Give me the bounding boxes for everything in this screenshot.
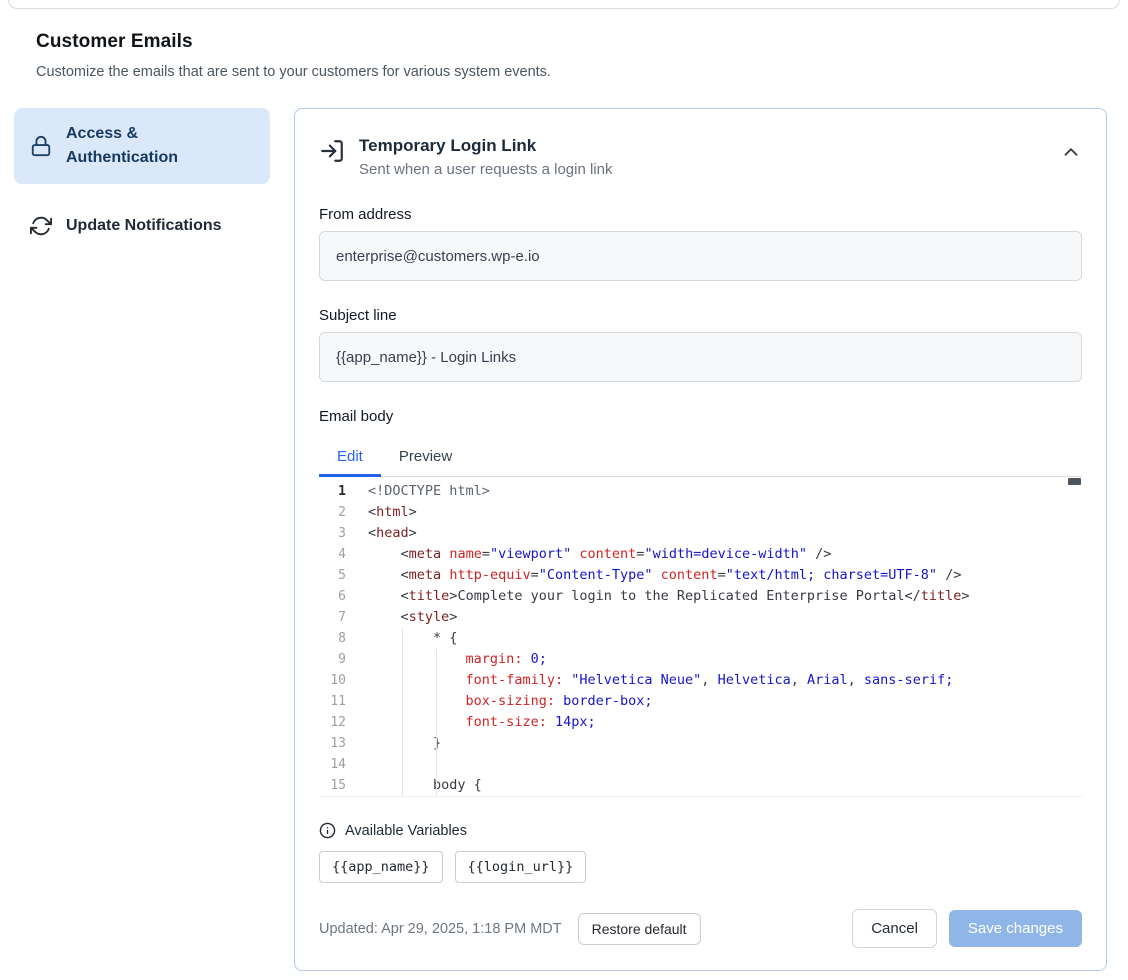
log-in-icon bbox=[319, 138, 345, 164]
main-content: Access & Authentication Update Notificat… bbox=[14, 108, 1107, 971]
card-header: Temporary Login Link Sent when a user re… bbox=[319, 133, 1082, 178]
code-text: background-color: #f8f9fa; bbox=[368, 796, 677, 797]
line-number: 5 bbox=[319, 565, 346, 586]
line-number: 1 bbox=[319, 481, 346, 502]
editor-tabbar: Edit Preview bbox=[319, 439, 1082, 477]
line-number: 2 bbox=[319, 502, 346, 523]
editor-scrollbar-thumb[interactable] bbox=[1068, 478, 1081, 485]
updated-timestamp: Updated: Apr 29, 2025, 1:18 PM MDT bbox=[319, 921, 562, 937]
line-number: 10 bbox=[319, 670, 346, 691]
line-number: 12 bbox=[319, 712, 346, 733]
line-number: 3 bbox=[319, 523, 346, 544]
code-line[interactable]: 11 box-sizing: border-box; bbox=[319, 691, 1082, 712]
card-title: Temporary Login Link bbox=[359, 133, 612, 158]
line-number: 15 bbox=[319, 775, 346, 796]
chevron-up-icon bbox=[1060, 141, 1082, 163]
card-header-text: Temporary Login Link Sent when a user re… bbox=[359, 133, 612, 178]
code-line[interactable]: 12 font-size: 14px; bbox=[319, 712, 1082, 733]
code-text: <html> bbox=[368, 502, 417, 523]
lock-icon bbox=[30, 135, 52, 157]
page-header: Customer Emails Customize the emails tha… bbox=[36, 31, 1092, 80]
refresh-icon bbox=[30, 215, 52, 237]
from-address-label: From address bbox=[319, 206, 1082, 223]
line-number: 9 bbox=[319, 649, 346, 670]
indent-guide bbox=[436, 649, 437, 796]
code-text: <meta name="viewport" content="width=dev… bbox=[368, 544, 831, 565]
line-number: 11 bbox=[319, 691, 346, 712]
line-number: 13 bbox=[319, 733, 346, 754]
code-text: <head> bbox=[368, 523, 417, 544]
code-text: * { bbox=[368, 628, 457, 649]
code-line[interactable]: 14 bbox=[319, 754, 1082, 775]
page-subtitle: Customize the emails that are sent to yo… bbox=[36, 64, 1092, 80]
sidebar: Access & Authentication Update Notificat… bbox=[14, 108, 270, 252]
code-line[interactable]: 10 font-family: "Helvetica Neue", Helvet… bbox=[319, 670, 1082, 691]
card-footer: Updated: Apr 29, 2025, 1:18 PM MDT Resto… bbox=[319, 909, 1082, 948]
code-line[interactable]: 7 <style> bbox=[319, 607, 1082, 628]
variable-chips: {{app_name}} {{login_url}} bbox=[319, 851, 1082, 883]
info-icon bbox=[319, 822, 336, 839]
variable-chip-app-name[interactable]: {{app_name}} bbox=[319, 851, 443, 883]
tab-edit[interactable]: Edit bbox=[319, 439, 381, 477]
top-card-divider bbox=[8, 0, 1120, 9]
subject-line-label: Subject line bbox=[319, 307, 1082, 324]
code-line[interactable]: 15 body { bbox=[319, 775, 1082, 796]
line-number: 16 bbox=[319, 796, 346, 797]
page-title: Customer Emails bbox=[36, 31, 1092, 53]
indent-guide bbox=[402, 628, 403, 797]
code-line[interactable]: 8 * { bbox=[319, 628, 1082, 649]
code-line[interactable]: 2 <html> bbox=[319, 502, 1082, 523]
line-number: 6 bbox=[319, 586, 346, 607]
code-editor-lines: 1<!DOCTYPE html>2<html>3<head>4 <meta na… bbox=[319, 481, 1082, 797]
email-body-label: Email body bbox=[319, 408, 1082, 425]
line-number: 7 bbox=[319, 607, 346, 628]
sidebar-item-label: Access & Authentication bbox=[66, 122, 206, 170]
available-variables-label: Available Variables bbox=[345, 823, 467, 839]
restore-default-button[interactable]: Restore default bbox=[578, 913, 701, 945]
line-number: 14 bbox=[319, 754, 346, 775]
sidebar-item-label: Update Notifications bbox=[66, 214, 222, 238]
code-line[interactable]: 6 <title>Complete your login to the Repl… bbox=[319, 586, 1082, 607]
code-text: body { bbox=[368, 775, 482, 796]
email-settings-card: Temporary Login Link Sent when a user re… bbox=[294, 108, 1107, 971]
sidebar-item-update-notifications[interactable]: Update Notifications bbox=[14, 200, 270, 252]
code-line[interactable]: 13 } bbox=[319, 733, 1082, 754]
variable-chip-login-url[interactable]: {{login_url}} bbox=[455, 851, 587, 883]
code-text: <!DOCTYPE html> bbox=[368, 481, 490, 502]
code-line[interactable]: 9 margin: 0; bbox=[319, 649, 1082, 670]
code-line[interactable]: 16 background-color: #f8f9fa; bbox=[319, 796, 1082, 797]
code-text: } bbox=[368, 733, 441, 754]
save-changes-button[interactable]: Save changes bbox=[949, 910, 1082, 947]
code-text: font-family: "Helvetica Neue", Helvetica… bbox=[368, 670, 953, 691]
available-variables-row: Available Variables bbox=[319, 822, 1082, 839]
from-address-input[interactable] bbox=[319, 231, 1082, 281]
cancel-button[interactable]: Cancel bbox=[852, 909, 937, 948]
sidebar-item-access-authentication[interactable]: Access & Authentication bbox=[14, 108, 270, 184]
tab-preview[interactable]: Preview bbox=[381, 439, 470, 477]
code-text: margin: 0; bbox=[368, 649, 547, 670]
code-line[interactable]: 5 <meta http-equiv="Content-Type" conten… bbox=[319, 565, 1082, 586]
code-line[interactable]: 1 <!DOCTYPE html> bbox=[319, 481, 1082, 502]
collapse-button[interactable] bbox=[1060, 141, 1082, 163]
line-number: 8 bbox=[319, 628, 346, 649]
subject-line-input[interactable] bbox=[319, 332, 1082, 382]
code-text: <meta http-equiv="Content-Type" content=… bbox=[368, 565, 961, 586]
code-line[interactable]: 4 <meta name="viewport" content="width=d… bbox=[319, 544, 1082, 565]
code-line[interactable]: 3 <head> bbox=[319, 523, 1082, 544]
code-text: <title>Complete your login to the Replic… bbox=[368, 586, 970, 607]
card-subtitle: Sent when a user requests a login link bbox=[359, 161, 612, 178]
code-text: <style> bbox=[368, 607, 457, 628]
code-text: box-sizing: border-box; bbox=[368, 691, 653, 712]
line-number: 4 bbox=[319, 544, 346, 565]
email-body-editor[interactable]: 1<!DOCTYPE html>2<html>3<head>4 <meta na… bbox=[319, 477, 1082, 797]
